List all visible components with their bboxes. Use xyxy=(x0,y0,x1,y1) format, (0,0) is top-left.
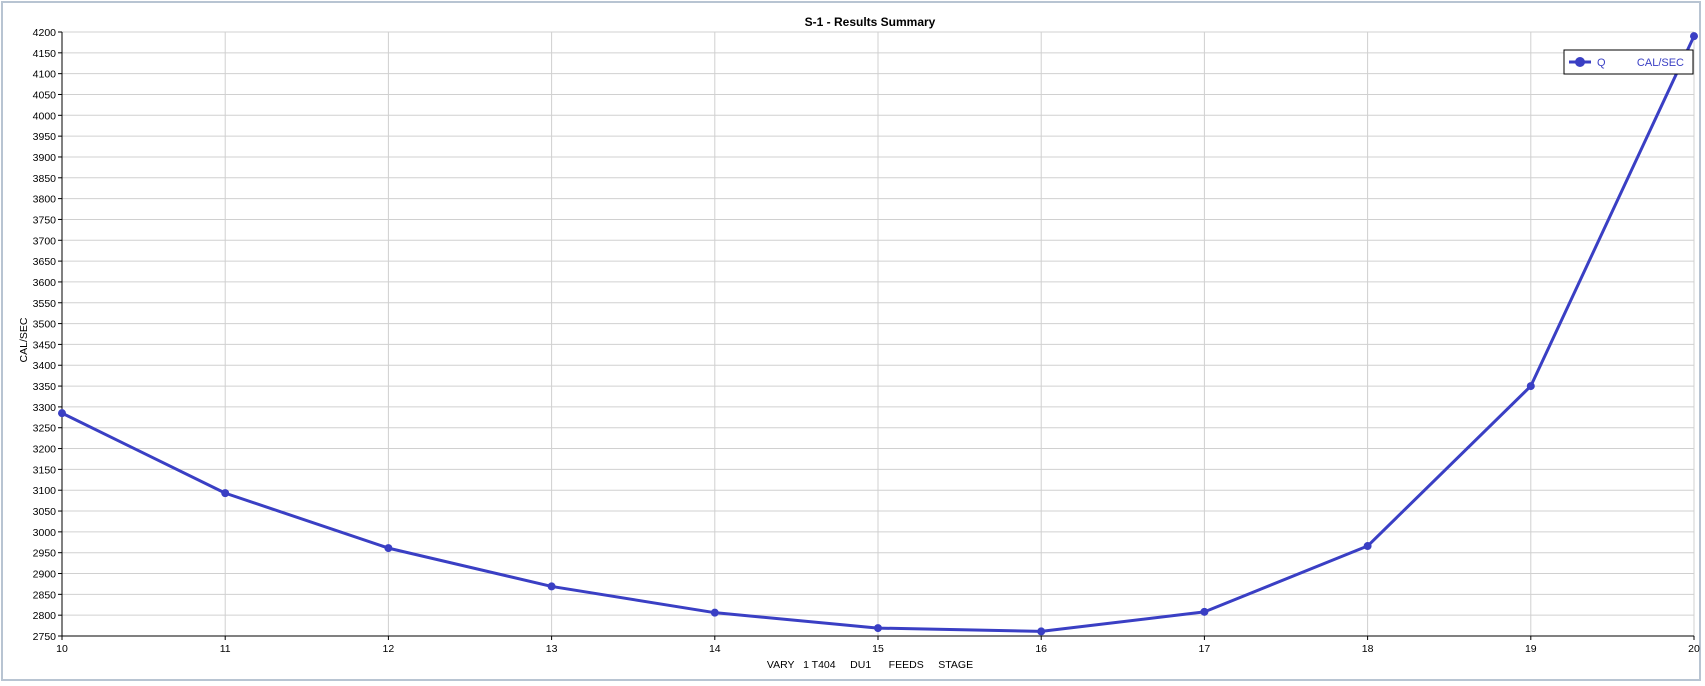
y-tick-label: 4050 xyxy=(33,89,57,101)
data-point xyxy=(1200,607,1209,616)
y-tick-label: 3250 xyxy=(33,423,57,435)
data-point xyxy=(547,582,556,591)
y-tick-label: 3550 xyxy=(33,298,57,310)
y-tick-label: 3050 xyxy=(33,506,57,518)
x-tick-label: 17 xyxy=(1199,643,1211,655)
y-tick-label: 3700 xyxy=(33,235,57,247)
y-tick-label: 3750 xyxy=(33,214,57,226)
y-tick-label: 3800 xyxy=(33,194,57,206)
x-tick-label: 11 xyxy=(220,643,231,655)
data-point xyxy=(1690,32,1698,41)
y-tick-label: 3300 xyxy=(33,402,57,414)
plot-area: 2750 2800 2850 2900 2950 3000 3050 3100 3150 3200… xyxy=(33,27,1700,655)
data-point xyxy=(874,624,882,633)
legend-series-name: Q xyxy=(1597,57,1606,69)
x-axis-ticks: 10 11 12 13 14 15 16 17 18 19 20 xyxy=(56,636,1700,655)
y-tick-label: 3200 xyxy=(33,444,57,456)
y-tick-label: 4100 xyxy=(33,69,57,81)
legend[interactable]: Q CAL/SEC xyxy=(1563,49,1694,75)
legend-marker-icon xyxy=(1575,57,1585,67)
data-point xyxy=(221,489,230,498)
x-tick-label: 13 xyxy=(546,643,558,655)
data-point xyxy=(58,409,66,418)
y-tick-label: 3900 xyxy=(33,152,57,164)
y-tick-label: 3650 xyxy=(33,256,57,268)
y-tick-label: 3950 xyxy=(33,131,57,143)
y-tick-label: 3150 xyxy=(33,464,57,476)
chart: S-1 - Results Summary 2750 2800 2850 2900 29… xyxy=(18,15,1700,671)
x-tick-label: 18 xyxy=(1362,643,1374,655)
y-tick-label: 3600 xyxy=(33,277,57,289)
y-tick-label: 2900 xyxy=(33,569,57,581)
y-tick-label: 2950 xyxy=(33,548,57,560)
y-tick-label: 2750 xyxy=(33,631,57,643)
x-tick-label: 12 xyxy=(383,643,395,655)
data-point xyxy=(1037,627,1046,636)
chart-title: S-1 - Results Summary xyxy=(805,15,936,29)
x-axis-label: VARY 1 T404 DU1 FEEDS STAGE xyxy=(767,659,973,671)
y-tick-label: 4000 xyxy=(33,110,57,122)
y-tick-label: 3850 xyxy=(33,173,57,185)
y-axis-label: CAL/SEC xyxy=(18,317,30,362)
y-tick-label: 4200 xyxy=(33,27,57,39)
x-tick-label: 15 xyxy=(872,643,884,655)
data-point xyxy=(384,544,393,553)
y-tick-label: 3450 xyxy=(33,339,57,351)
x-tick-label: 19 xyxy=(1525,643,1537,655)
y-tick-label: 2800 xyxy=(33,610,57,622)
legend-series-unit: CAL/SEC xyxy=(1637,57,1684,69)
y-tick-label: 3400 xyxy=(33,360,57,372)
data-point xyxy=(710,608,719,617)
y-tick-label: 3500 xyxy=(33,319,57,331)
data-point xyxy=(1526,382,1535,391)
y-tick-label: 2850 xyxy=(33,589,57,601)
y-tick-label: 3100 xyxy=(33,485,57,497)
y-tick-label: 3000 xyxy=(33,527,57,539)
y-axis-ticks: 2750 2800 2850 2900 2950 3000 3050 3100 3150 3200… xyxy=(33,27,62,643)
x-tick-label: 10 xyxy=(56,643,68,655)
x-tick-label: 16 xyxy=(1035,643,1047,655)
data-point xyxy=(1363,542,1372,551)
x-tick-label: 20 xyxy=(1688,643,1700,655)
y-tick-label: 4150 xyxy=(33,48,57,60)
y-tick-label: 3350 xyxy=(33,381,57,393)
x-tick-label: 14 xyxy=(709,643,721,655)
